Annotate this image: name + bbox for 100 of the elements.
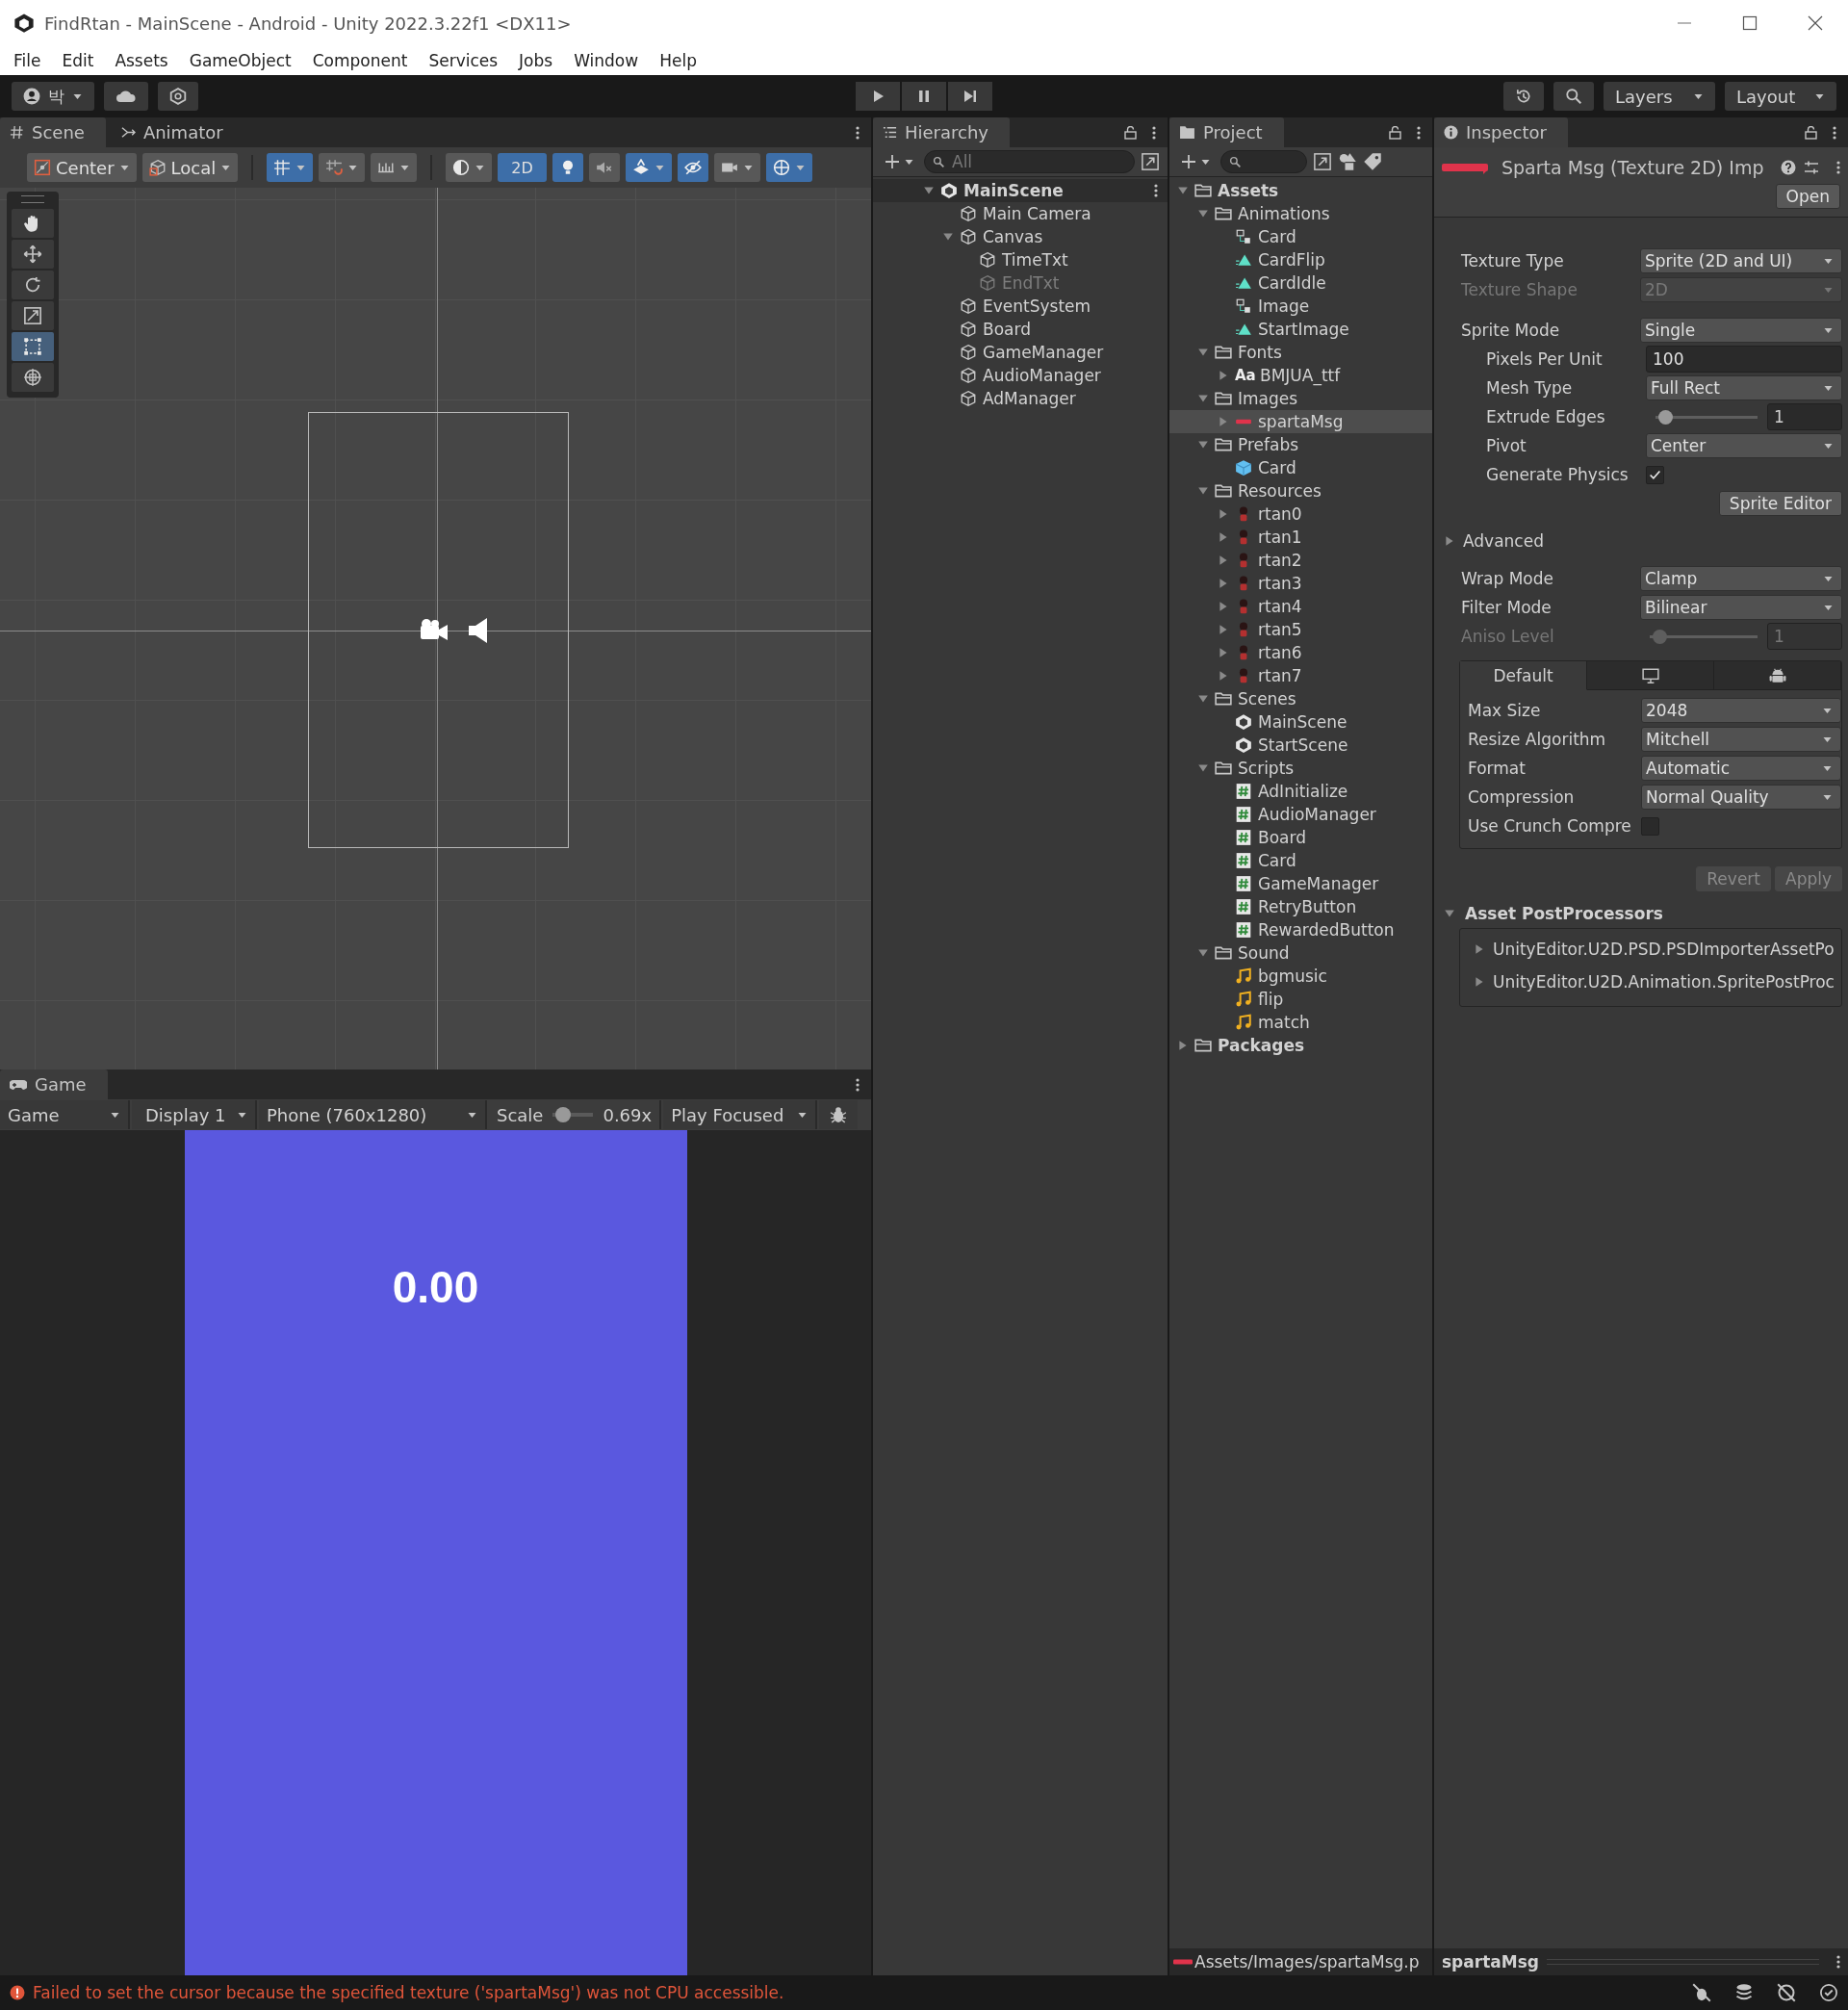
hierarchy-item[interactable]: EventSystem [873,295,1168,318]
project-item[interactable]: rtan1 [1169,526,1432,549]
collapse-arrow-icon[interactable] [1218,508,1229,520]
search-field[interactable]: All [924,150,1135,173]
project-item[interactable]: Packages [1169,1034,1432,1057]
grid-snap-button[interactable] [267,153,314,182]
expand-arrow-icon[interactable] [942,231,954,243]
panel-tab[interactable]: Animator [111,117,244,147]
hierarchy-item[interactable]: Main Camera [873,202,1168,225]
foldout-header[interactable]: Asset PostProcessors [1434,899,1842,928]
collapse-arrow-icon[interactable] [1474,943,1485,955]
platform-tab[interactable]: Default [1460,661,1587,690]
collapse-arrow-icon[interactable] [1218,601,1229,612]
collapse-arrow-icon[interactable] [1218,416,1229,427]
more-menu-icon[interactable] [1152,124,1156,141]
collapse-arrow-icon[interactable] [1218,670,1229,682]
shading-sphere-button[interactable] [446,153,493,182]
play-mode-dropdown[interactable]: Play Focused [663,1100,818,1129]
project-item[interactable]: rtan6 [1169,641,1432,664]
collapse-arrow-icon[interactable] [1218,370,1229,381]
hexagon-button[interactable] [158,82,198,111]
checkbox[interactable] [1646,465,1664,484]
scale-button[interactable] [12,301,54,330]
project-item[interactable]: Card [1169,456,1432,479]
play-button[interactable] [856,82,900,111]
collapse-arrow-icon[interactable] [1218,624,1229,635]
menu-item[interactable]: Assets [115,51,168,70]
sprite-editor-button[interactable]: Sprite Editor [1718,491,1842,516]
project-item[interactable]: CardFlip [1169,248,1432,271]
project-item[interactable]: rtan0 [1169,502,1432,526]
expand-arrow-icon[interactable] [1197,208,1209,219]
space-dropdown[interactable]: Local [141,153,239,182]
hand-button[interactable] [12,209,54,238]
more-menu-icon[interactable] [856,124,860,141]
postprocessor-item[interactable]: UnityEditor.U2D.Animation.SpritePostProc [1460,966,1841,998]
light-bulb-button[interactable] [552,153,583,182]
hierarchy-item[interactable]: AudioManager [873,364,1168,387]
project-item[interactable]: Resources [1169,479,1432,502]
menu-item[interactable]: File [13,51,41,70]
panel-tab[interactable]: Hierarchy [873,117,1010,147]
project-item[interactable]: Assets [1169,179,1432,202]
project-item[interactable]: AdInitialize [1169,780,1432,803]
help-icon[interactable] [1781,160,1796,175]
checkbox[interactable] [1641,816,1659,836]
hidden-eye-button[interactable] [677,153,708,182]
dropdown[interactable]: Mitchell [1641,727,1841,752]
project-item[interactable]: Images [1169,387,1432,410]
collapse-arrow-icon[interactable] [1218,647,1229,658]
project-item[interactable]: CardIdle [1169,271,1432,295]
platform-tab[interactable] [1714,661,1841,690]
menu-item[interactable]: GameObject [189,51,292,70]
project-item[interactable]: rtan7 [1169,664,1432,687]
expand-arrow-icon[interactable] [1177,185,1189,196]
debug-off-icon[interactable] [1692,1983,1711,2002]
maximize-icon[interactable] [1742,15,1758,31]
menu-item[interactable]: Component [312,51,408,70]
search-field[interactable] [1220,150,1307,173]
cache-server-icon[interactable] [1734,1983,1754,2002]
settings-sliders-icon[interactable] [1804,160,1819,175]
menu-item[interactable]: Window [574,51,639,70]
project-item[interactable]: Card [1169,225,1432,248]
collapse-arrow-icon[interactable] [1474,976,1485,988]
lock-icon[interactable] [1124,125,1137,140]
project-item[interactable]: Animations [1169,202,1432,225]
expand-arrow-icon[interactable] [1197,393,1209,404]
expand-arrow-icon[interactable] [1197,762,1209,774]
expand-arrow-icon[interactable] [1444,908,1455,919]
panel-tab[interactable]: Inspector [1434,117,1568,147]
lock-icon[interactable] [1389,125,1401,140]
project-item[interactable]: Image [1169,295,1432,318]
hierarchy-item[interactable]: AdManager [873,387,1168,410]
close-icon[interactable] [1808,15,1823,31]
more-menu-icon[interactable] [1154,183,1158,198]
menu-item[interactable]: Edit [62,51,94,70]
display-dropdown[interactable]: Display 1 [132,1100,257,1129]
panel-tab[interactable]: Project [1169,117,1284,147]
layers-dropdown[interactable]: Layers [1604,82,1715,111]
expand-arrow-icon[interactable] [1197,693,1209,705]
project-item[interactable]: Card [1169,849,1432,872]
history-button[interactable] [1503,82,1544,111]
more-menu-icon[interactable] [1833,124,1836,141]
foldout-header[interactable]: Advanced [1444,531,1544,551]
more-menu-icon[interactable] [856,1076,860,1093]
search-button[interactable] [1553,82,1594,111]
project-item[interactable]: rtan4 [1169,595,1432,618]
grip-handle[interactable] [21,195,44,203]
more-menu-icon[interactable] [1836,160,1840,175]
number-field[interactable]: 1 [1767,403,1842,430]
expand-arrow-icon[interactable] [1197,439,1209,451]
cloud-button[interactable] [104,82,148,111]
account-dropdown[interactable]: 박 [12,82,94,111]
project-item[interactable]: Prefabs [1169,433,1432,456]
dropdown[interactable]: Full Rect [1646,375,1842,400]
hierarchy-item[interactable]: TimeTxt [873,248,1168,271]
hierarchy-item[interactable]: GameManager [873,341,1168,364]
input-field[interactable]: 100 [1646,346,1842,373]
dropdown[interactable]: Center [1646,433,1842,458]
ruler-button[interactable] [371,153,418,182]
dropdown[interactable]: 2048 [1641,698,1841,723]
mute-speaker-button[interactable] [588,153,620,182]
